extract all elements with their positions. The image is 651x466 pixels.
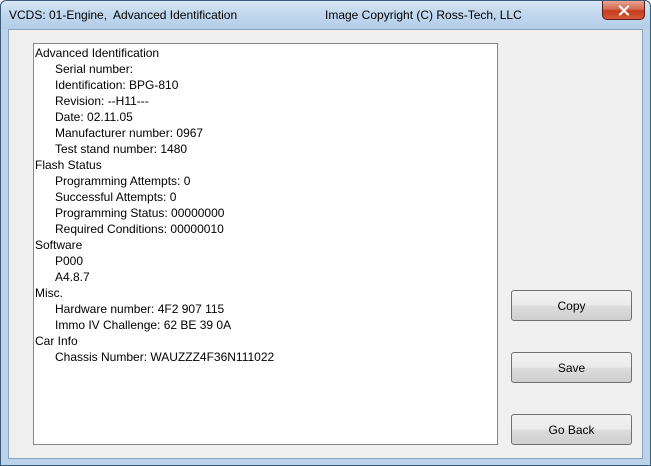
dialog-client-area: Advanced Identification Serial number: Ide…	[8, 29, 643, 459]
info-detail-line: Hardware number: 4F2 907 115	[55, 302, 225, 316]
copyright-notice: Image Copyright (C) Ross-Tech, LLC	[325, 8, 522, 22]
info-section-heading: Car Info	[35, 334, 78, 348]
info-detail-line: Successful Attempts: 0	[55, 190, 177, 204]
close-icon	[618, 4, 629, 16]
title-bar[interactable]: VCDS: 01-Engine, Advanced Identification…	[1, 1, 650, 29]
info-detail-line: Identification: BPG-810	[55, 78, 179, 92]
info-detail-line: Revision: --H11---	[55, 94, 149, 108]
info-detail-line: Programming Status: 00000000	[55, 206, 225, 220]
info-detail-line: P000	[55, 254, 84, 268]
info-detail-line: Date: 02.11.05	[55, 110, 133, 124]
info-detail-line: Serial number:	[55, 62, 134, 76]
info-detail-line: Manufacturer number: 0967	[55, 126, 204, 140]
info-section-heading: Software	[35, 238, 83, 252]
info-section-heading: Flash Status	[35, 158, 102, 172]
info-detail-line: Chassis Number: WAUZZZ4F36N111022	[55, 350, 275, 364]
vcds-window: VCDS: 01-Engine, Advanced Identification…	[0, 0, 651, 466]
info-section-heading: Misc.	[35, 286, 63, 300]
go-back-button[interactable]: Go Back	[511, 414, 632, 445]
info-detail-line: Immo IV Challenge: 62 BE 39 0A	[55, 318, 232, 332]
info-detail-line: Required Conditions: 00000010	[55, 222, 224, 236]
copy-button[interactable]: Copy	[511, 290, 632, 321]
identification-text-box[interactable]: Advanced Identification Serial number: Ide…	[33, 43, 498, 445]
info-section-heading: Advanced Identification	[35, 46, 160, 60]
window-title: VCDS: 01-Engine, Advanced Identification	[9, 8, 238, 22]
save-button[interactable]: Save	[511, 352, 632, 383]
info-detail-line: Programming Attempts: 0	[55, 174, 191, 188]
close-button[interactable]	[602, 1, 645, 20]
info-detail-line: A4.8.7	[55, 270, 90, 284]
info-detail-line: Test stand number: 1480	[55, 142, 188, 156]
